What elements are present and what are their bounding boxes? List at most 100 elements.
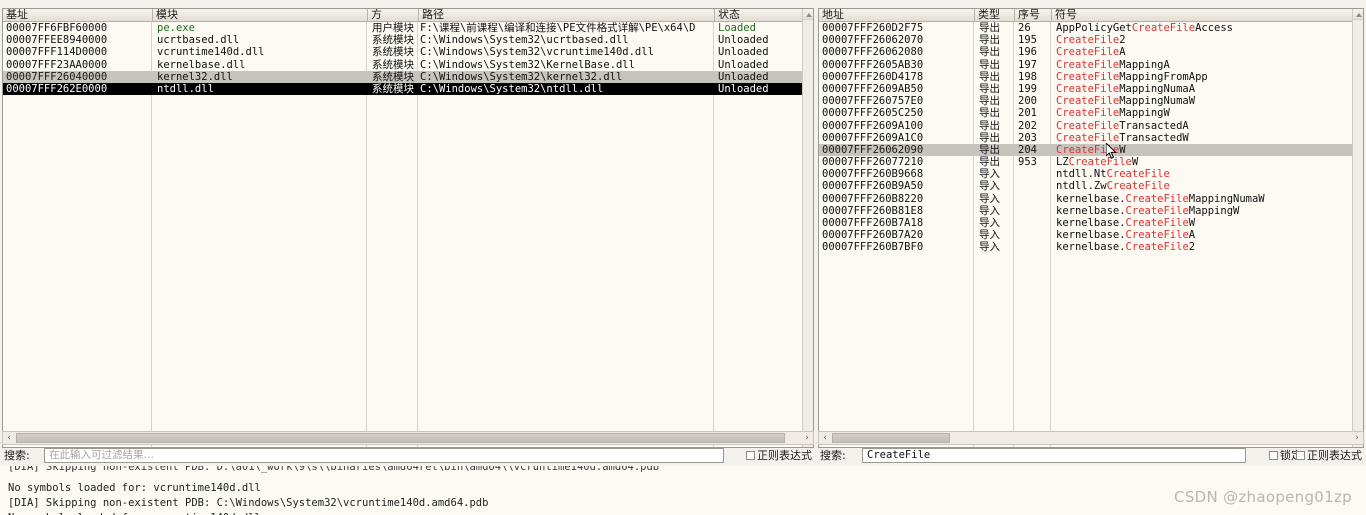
symbol-row[interactable]: 00007FFF260B81E8 导入 kernelbase.CreateFileM… [819,205,1363,217]
symbol-name: CreateFileMappingA [1056,58,1170,71]
modules-search-bar: 搜索: 在此输入可过滤结果… 正则表达式 [2,448,814,464]
symbol-type: 导入 [979,204,1000,217]
symbol-row[interactable]: 00007FFF26077210 导出 953 LZCreateFileW [819,156,1363,168]
symbols-grid[interactable]: 00007FFF260D2F75 导出 26 AppPolicyGetCreateFi… [819,22,1363,447]
watermark-text: CSDN @zhaopeng01zp [1174,488,1352,506]
col-header-symbol[interactable]: 符号 [1051,9,1349,21]
module-name: vcruntime140d.dll [157,46,265,59]
module-row[interactable]: 00007FFEE8940000 ucrtbased.dll 系统模块 C:\Wind… [3,34,813,46]
symbol-row[interactable]: 00007FFF260D2F75 导出 26 AppPolicyGetCreateFi… [819,22,1363,34]
symbol-row[interactable]: 00007FFF260B7BF0 导入 kernelbase.CreateFile2 [819,241,1363,253]
checkbox-box-icon [1269,451,1278,460]
module-row[interactable]: 00007FFF114D0000 vcruntime140d.dll 系统模块 C:\… [3,46,813,58]
symbol-name: CreateFileMappingW [1056,107,1170,120]
module-row[interactable]: 00007FFF26040000 kernel32.dll 系统模块 C:\Windo… [3,70,813,83]
symbol-match-highlight: CreateFile [1056,107,1120,120]
scroll-right-icon[interactable]: › [1351,432,1363,444]
scroll-right-icon[interactable]: › [801,432,813,444]
col-header-side[interactable]: 方 [367,9,418,21]
symbol-row[interactable]: 00007FFF260B8220 导入 kernelbase.CreateFileM… [819,193,1363,205]
symbol-ordinal [1015,168,1050,180]
modules-horizontal-scrollbar[interactable]: ‹ › [2,431,814,445]
symbol-ordinal [1015,180,1050,192]
symbols-regex-label: 正则表达式 [1307,449,1362,462]
symbol-match-highlight: CreateFile [1125,241,1189,254]
symbol-match-highlight: CreateFile [1068,156,1132,169]
symbols-horizontal-scrollbar[interactable]: ‹ › [818,431,1364,445]
log-output-area[interactable]: [DIA] Skipping non-existent PDB: D:\a01\… [0,466,1366,515]
symbol-ordinal: 200 [1018,95,1037,108]
modules-panel: 基址 模块 方 路径 状态 00007FF6FBF60000 pe.exe 用户模块… [2,8,814,448]
scroll-thumb[interactable] [16,433,785,443]
symbols-row-container: 00007FFF260D2F75 导出 26 AppPolicyGetCreateFi… [819,22,1363,254]
symbol-row[interactable]: 00007FFF260B9668 导入 ntdll.NtCreateFile [819,168,1363,180]
module-path: C:\Windows\System32\vcruntime140d.dll [420,46,654,59]
module-row[interactable]: 00007FFF262E0000 ntdll.dll 系统模块 C:\Windows\… [3,82,813,96]
symbol-row[interactable]: 00007FFF260D4178 导出 198 CreateFileMappingFr… [819,71,1363,83]
modules-vertical-scrollbar[interactable] [802,9,813,447]
symbol-address: 00007FFF260D2F75 [822,22,924,34]
symbols-search-bar: 搜索: CreateFile 锁定 正则表达式 [818,448,1364,464]
module-status: Unloaded [718,82,769,95]
module-base-address: 00007FFEE8940000 [6,34,108,47]
symbol-row[interactable]: 00007FFF2605C250 导出 201 CreateFileMappingW [819,107,1363,119]
symbol-row[interactable]: 00007FFF2609A1C0 导出 203 CreateFileTransacte… [819,132,1363,144]
col-header-ordinal[interactable]: 序号 [1014,9,1051,21]
scroll-up-button[interactable] [803,9,813,20]
symbol-row[interactable]: 00007FFF260757E0 导出 200 CreateFileMappingNu… [819,95,1363,107]
symbol-type: 导入 [979,229,1000,242]
module-status: Unloaded [718,70,769,83]
symbol-row[interactable]: 00007FFF26062080 导出 196 CreateFileA [819,46,1363,58]
symbol-row[interactable]: 00007FFF260B7A20 导入 kernelbase.CreateFileA [819,229,1363,241]
symbol-type: 导出 [979,119,1000,132]
module-name: ucrtbased.dll [157,34,240,47]
symbol-row[interactable]: 00007FFF2609A100 导出 202 CreateFileTransacte… [819,120,1363,132]
col-header-path[interactable]: 路径 [418,9,714,21]
log-line: [DIA] Skipping non-existent PDB: C:\Wind… [8,497,489,509]
module-side: 系统模块 [372,46,414,59]
symbol-row[interactable]: 00007FFF26062090 导出 204 CreateFileW [819,143,1363,157]
modules-search-input[interactable]: 在此输入可过滤结果… [44,448,724,463]
symbol-ordinal [1015,193,1050,205]
scroll-left-icon[interactable]: ‹ [819,432,831,444]
symbol-name: CreateFile2 [1056,34,1126,47]
symbol-address: 00007FFF2609A100 [822,119,924,132]
symbol-row[interactable]: 00007FFF2609AB50 导出 199 CreateFileMappingNu… [819,83,1363,95]
log-line: No symbols loaded for: vcruntime140d.dll [0,511,1366,515]
symbol-match-highlight: CreateFile [1056,131,1120,144]
col-header-type[interactable]: 类型 [974,9,1014,21]
symbol-match-highlight: CreateFile [1125,204,1189,217]
symbol-match-highlight: CreateFile [1056,34,1120,47]
symbol-name: CreateFileTransactedW [1056,131,1189,144]
scroll-thumb[interactable] [832,433,950,443]
symbol-address: 00007FFF260B7A18 [822,217,924,229]
module-side: 用户模块 [372,22,414,34]
module-base-address: 00007FFF262E0000 [6,82,108,95]
symbol-address: 00007FFF260B7A20 [822,229,924,242]
col-header-address[interactable]: 地址 [819,9,974,21]
module-row[interactable]: 00007FF6FBF60000 pe.exe 用户模块 F:\课程\前课程\编译和连… [3,22,813,34]
col-header-base-address[interactable]: 基址 [3,9,152,21]
symbol-row[interactable]: 00007FFF2605AB30 导出 197 CreateFileMappingA [819,59,1363,71]
symbols-regex-checkbox[interactable]: 正则表达式 [1296,449,1362,462]
symbol-name: LZCreateFileW [1056,156,1139,169]
scroll-up-button[interactable] [1353,9,1363,20]
symbol-type: 导出 [979,95,1000,108]
symbol-match-highlight: CreateFile [1056,119,1120,132]
symbol-name: CreateFileTransactedA [1056,119,1189,132]
symbol-ordinal: 198 [1018,70,1037,83]
col-header-status[interactable]: 状态 [714,9,802,21]
symbols-vertical-scrollbar[interactable] [1352,9,1363,447]
symbol-address: 00007FFF2609A1C0 [822,131,924,144]
module-row[interactable]: 00007FFF23AA0000 kernelbase.dll 系统模块 C:\Win… [3,59,813,71]
symbol-name: CreateFileW [1056,143,1126,156]
symbol-row[interactable]: 00007FFF26062070 导出 195 CreateFile2 [819,34,1363,46]
symbol-row[interactable]: 00007FFF260B9A50 导入 ntdll.ZwCreateFile [819,180,1363,192]
col-header-module[interactable]: 模块 [152,9,367,21]
symbols-search-input[interactable]: CreateFile [862,448,1246,463]
modules-regex-checkbox[interactable]: 正则表达式 [746,449,812,462]
symbol-row[interactable]: 00007FFF260B7A18 导入 kernelbase.CreateFileW [819,217,1363,229]
modules-grid[interactable]: 00007FF6FBF60000 pe.exe 用户模块 F:\课程\前课程\编译和连… [3,22,813,447]
symbol-name: kernelbase.CreateFileMappingW [1056,204,1240,217]
scroll-left-icon[interactable]: ‹ [3,432,15,444]
